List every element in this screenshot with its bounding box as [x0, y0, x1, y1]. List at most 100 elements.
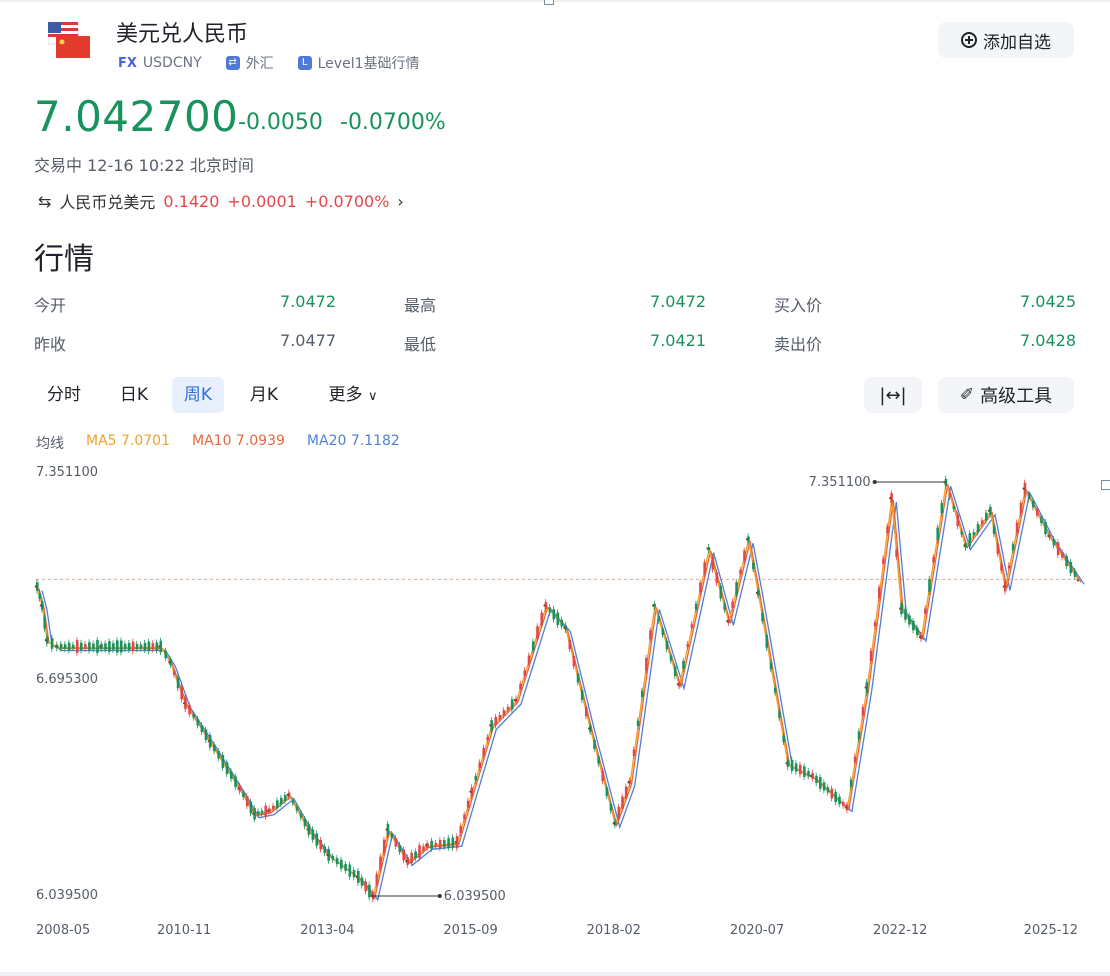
candle [510, 699, 514, 710]
candle [826, 787, 830, 793]
candle [466, 800, 470, 808]
candle [410, 852, 413, 864]
candle [104, 643, 107, 650]
candle [96, 640, 99, 653]
candle [67, 642, 71, 651]
resize-handle-top[interactable] [544, 0, 554, 5]
candle [972, 532, 976, 536]
candle [568, 639, 572, 649]
candle [478, 762, 482, 768]
candle [886, 526, 889, 534]
candle [92, 643, 95, 650]
reverse-quote-link[interactable]: ⇆ 人民币兑美元 0.1420 +0.0001 +0.0700% › [38, 189, 404, 213]
candle [50, 637, 54, 649]
data-point [98, 645, 102, 648]
max-leader-dot [872, 480, 877, 484]
candle [984, 512, 988, 521]
data-point [34, 585, 38, 588]
ma-legend-label: 均线 [36, 436, 64, 452]
stat-value-ask: 7.0428 [1020, 331, 1076, 350]
symbol-tags: FX USDCNY ⇄ 外汇 L Level1基础行情 [118, 53, 420, 73]
data-point [182, 702, 186, 705]
candle [402, 849, 406, 861]
candle [1019, 502, 1023, 514]
candle [63, 644, 67, 649]
candle [715, 572, 719, 583]
candle [1015, 522, 1019, 534]
data-point [745, 537, 749, 541]
candle [882, 558, 885, 564]
advanced-tools-button[interactable]: ✐ 高级工具 [938, 377, 1074, 413]
candle [819, 777, 822, 789]
candle [536, 626, 539, 639]
candle [640, 690, 644, 698]
tab-intraday[interactable]: 分时 [36, 377, 92, 413]
candle [523, 670, 527, 676]
candle [151, 643, 155, 650]
data-point [54, 645, 57, 648]
draw-tools-icon: ✐ [959, 385, 975, 405]
data-point [306, 828, 309, 831]
candle [632, 749, 636, 756]
candle [580, 689, 584, 700]
candle [196, 718, 200, 726]
candle [597, 756, 600, 764]
candle [743, 550, 746, 561]
candle [838, 796, 841, 805]
candle [213, 744, 216, 752]
candle [234, 776, 237, 788]
candle [176, 677, 180, 689]
candle [1027, 494, 1031, 499]
tab-monthly-k[interactable]: 月K [238, 377, 290, 413]
candle [924, 608, 927, 614]
candle [936, 527, 940, 541]
stat-value-open: 7.0472 [280, 292, 336, 311]
candle [996, 543, 1000, 554]
data-point [987, 509, 991, 512]
candle [519, 683, 522, 690]
candle [451, 837, 455, 848]
tab-daily-k[interactable]: 日K [108, 377, 160, 413]
candle [782, 735, 786, 743]
candle [311, 829, 315, 840]
candle [842, 802, 845, 806]
stat-label-prev-close: 昨收 [34, 335, 67, 354]
candle [877, 587, 881, 599]
price-chart[interactable]: 7.351100 6.695300 6.039500 2008-05 2010-11 20… [0, 460, 1110, 950]
candle [948, 493, 952, 497]
candle [474, 776, 478, 781]
price-change: -0.0050 [238, 110, 323, 135]
data-point [706, 547, 709, 550]
x-tick-label: 2022-12 [873, 923, 927, 938]
tab-more[interactable]: 更多 ∨ [318, 377, 388, 413]
candle [249, 801, 253, 814]
candle [703, 562, 706, 574]
candle [682, 661, 685, 669]
price-change-pct: -0.0700% [340, 110, 446, 135]
tab-weekly-k[interactable]: 周K [172, 377, 224, 413]
add-watchlist-label: 添加自选 [983, 32, 1051, 53]
candle [418, 845, 421, 859]
candle [960, 531, 964, 535]
data-point [489, 724, 492, 727]
ma5-line [36, 483, 1081, 899]
candle [494, 716, 498, 726]
candle [123, 643, 127, 650]
candle [576, 673, 580, 683]
candle [773, 688, 777, 693]
section-title: 行情 [34, 242, 94, 277]
data-point [652, 604, 655, 607]
min-value-label: 6.039500 [444, 889, 506, 904]
candle [849, 779, 853, 788]
candle [605, 787, 609, 796]
candle [912, 620, 915, 631]
data-point [385, 828, 388, 831]
window-bottom-border [0, 972, 1110, 976]
data-point [543, 604, 546, 607]
add-watchlist-button[interactable]: 添加自选 [938, 22, 1074, 58]
fit-width-button[interactable]: |↔| [864, 377, 922, 413]
data-point [889, 496, 892, 500]
data-point [405, 859, 408, 863]
candle [540, 612, 544, 626]
x-tick-label: 2025-12 [1024, 923, 1078, 938]
